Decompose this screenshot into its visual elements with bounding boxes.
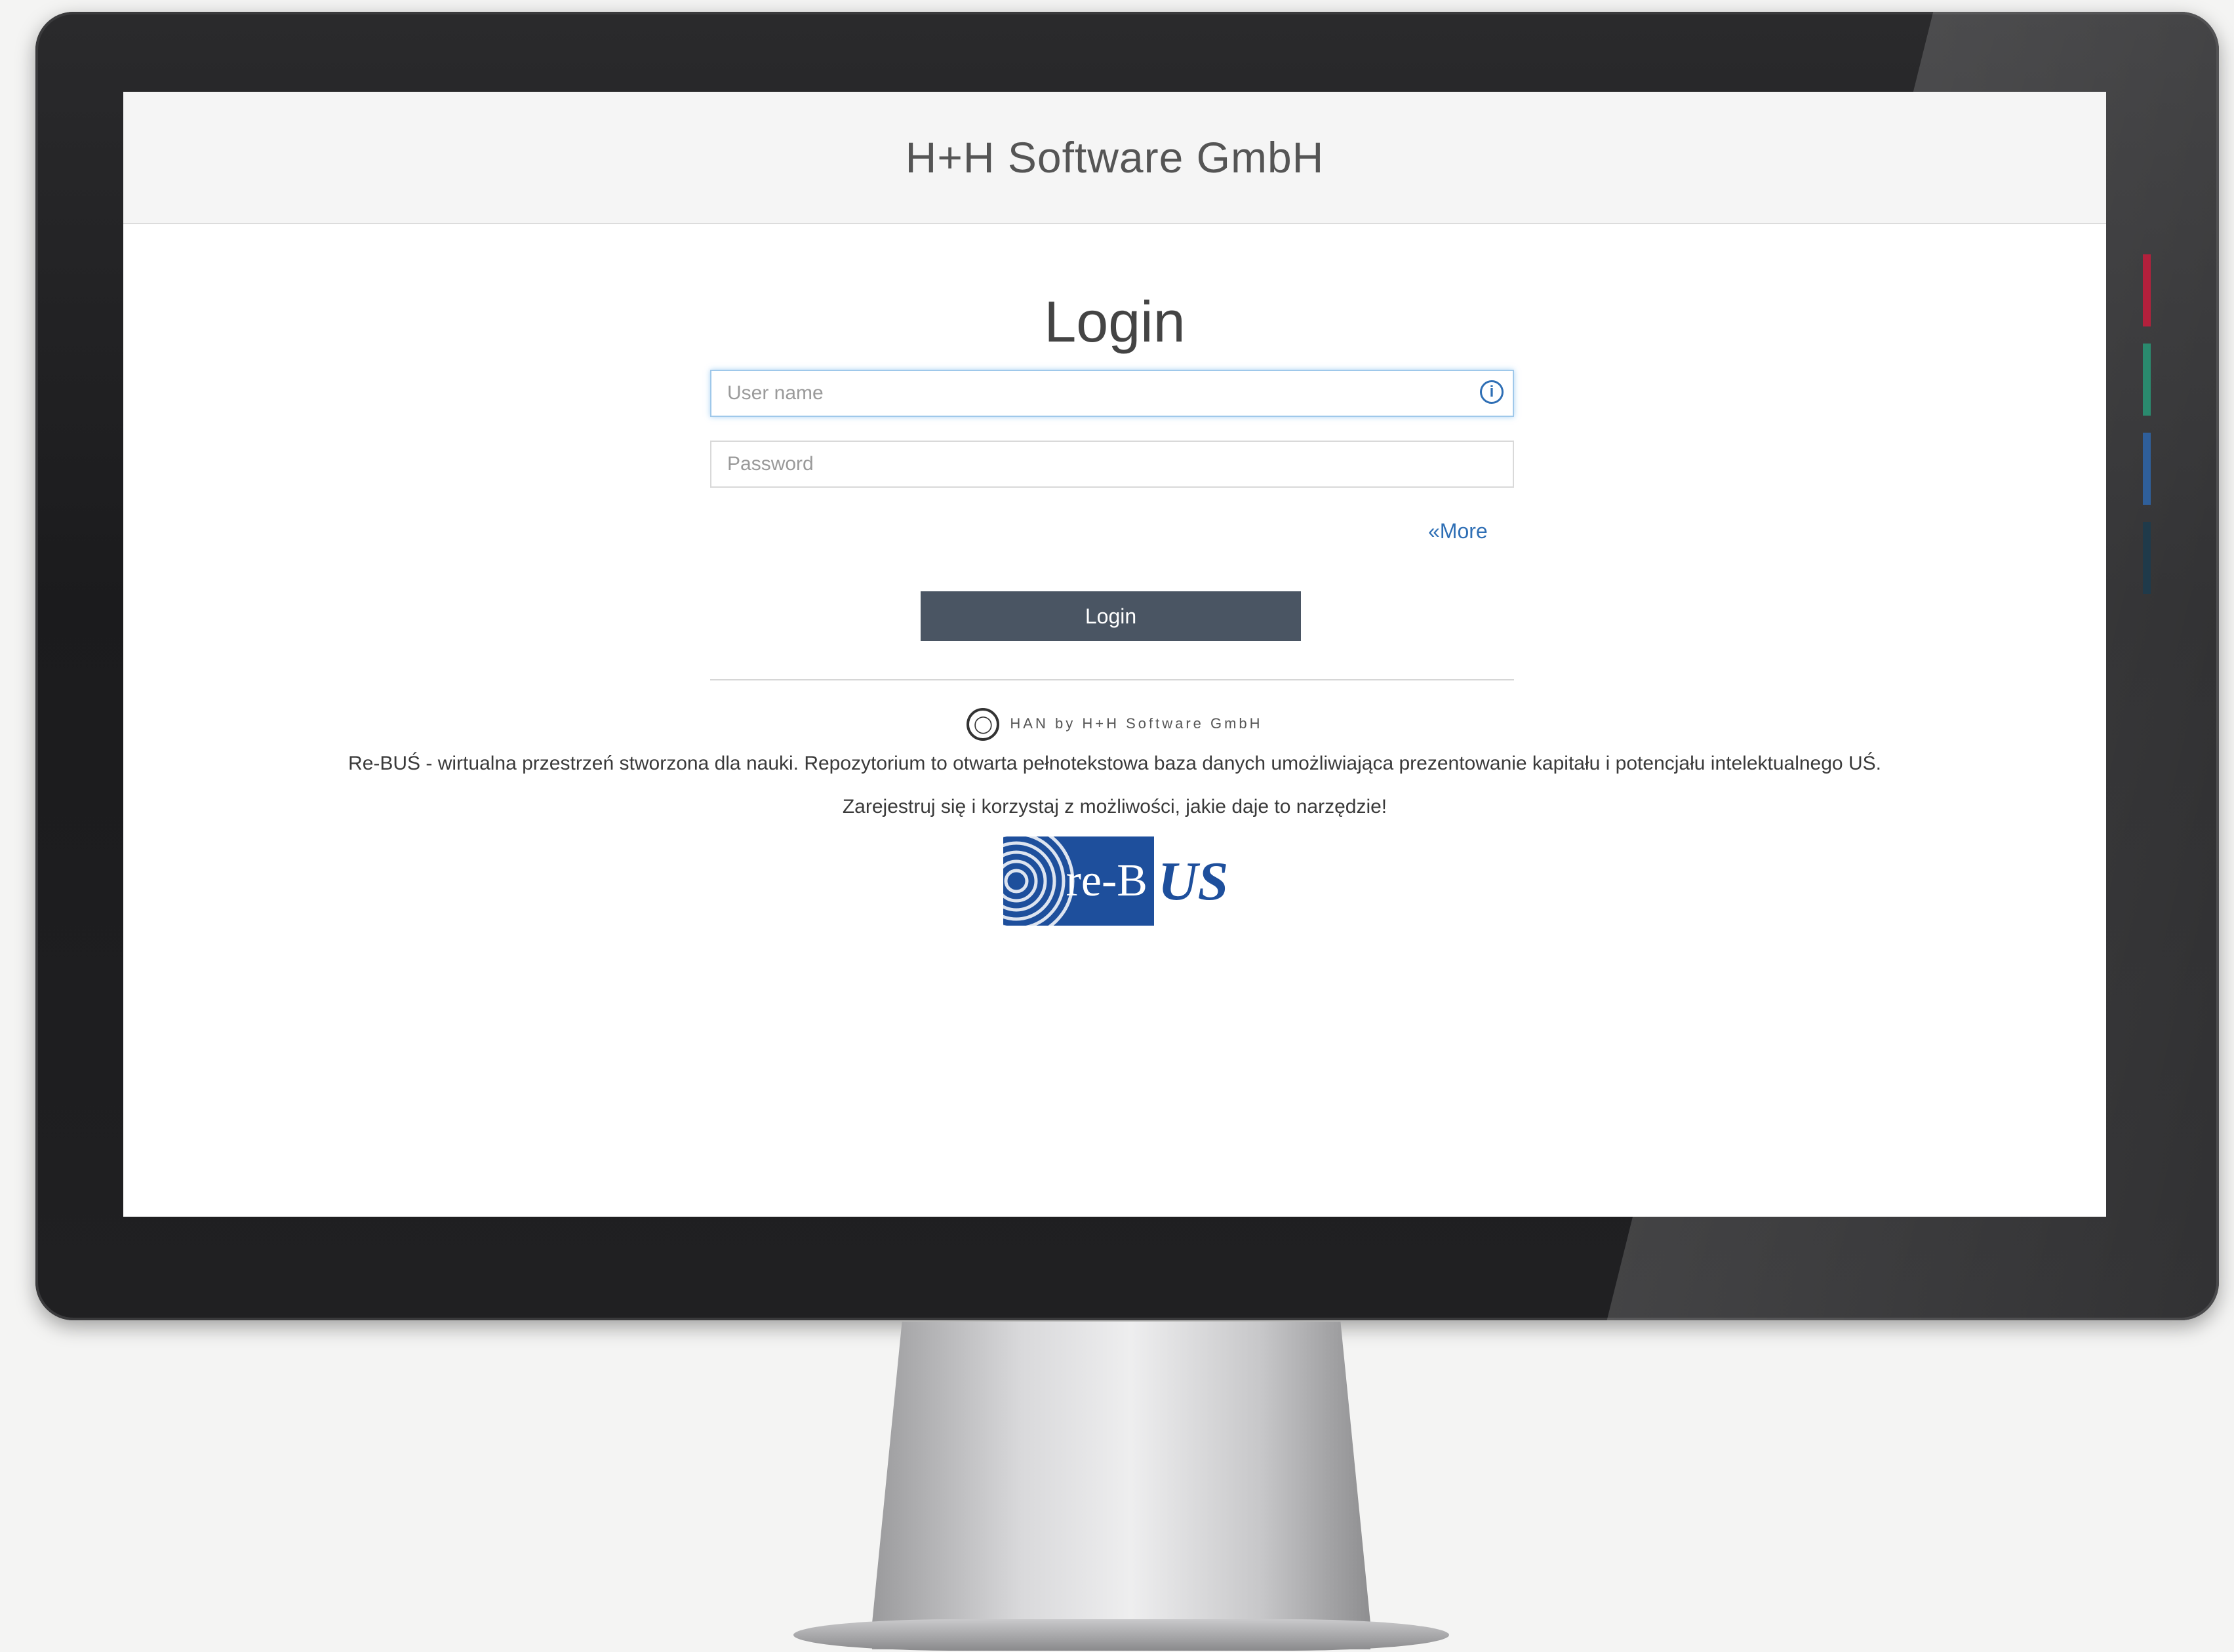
page-header: H+H Software GmbH — [123, 92, 2106, 224]
monitor-stand-base — [793, 1619, 1449, 1651]
side-tab — [2143, 344, 2151, 416]
han-branding: ◯ HAN by H+H Software GmbH — [123, 708, 2106, 741]
rebus-logo[interactable]: re-B US — [1003, 836, 1228, 926]
globe-icon: ◯ — [967, 708, 1000, 741]
description-line-1: Re-BUŚ - wirtualna przestrzeń stworzona … — [348, 753, 1881, 774]
divider — [710, 679, 1514, 680]
description-line-2: Zarejestruj się i korzystaj z możliwości… — [842, 796, 1387, 817]
side-tab — [2143, 522, 2151, 594]
side-color-tabs — [2143, 254, 2151, 611]
more-options-link[interactable]: «More — [1428, 519, 1488, 543]
login-button[interactable]: Login — [921, 591, 1301, 641]
side-tab — [2143, 254, 2151, 326]
side-tab — [2143, 433, 2151, 505]
page-title: H+H Software GmbH — [905, 133, 1325, 182]
login-page: H+H Software GmbH Login i «More Login ◯ H… — [123, 92, 2106, 1217]
password-input[interactable] — [710, 441, 1514, 488]
rebus-logo-text: re-B — [1066, 856, 1147, 906]
us-logo-mark: US — [1158, 850, 1229, 912]
rebus-logo-box: re-B — [1003, 836, 1154, 926]
info-icon[interactable]: i — [1480, 380, 1504, 404]
username-input[interactable] — [710, 370, 1514, 417]
login-heading: Login — [1044, 289, 1186, 354]
monitor-stand — [872, 1322, 1370, 1649]
han-text: HAN by H+H Software GmbH — [1010, 715, 1263, 732]
